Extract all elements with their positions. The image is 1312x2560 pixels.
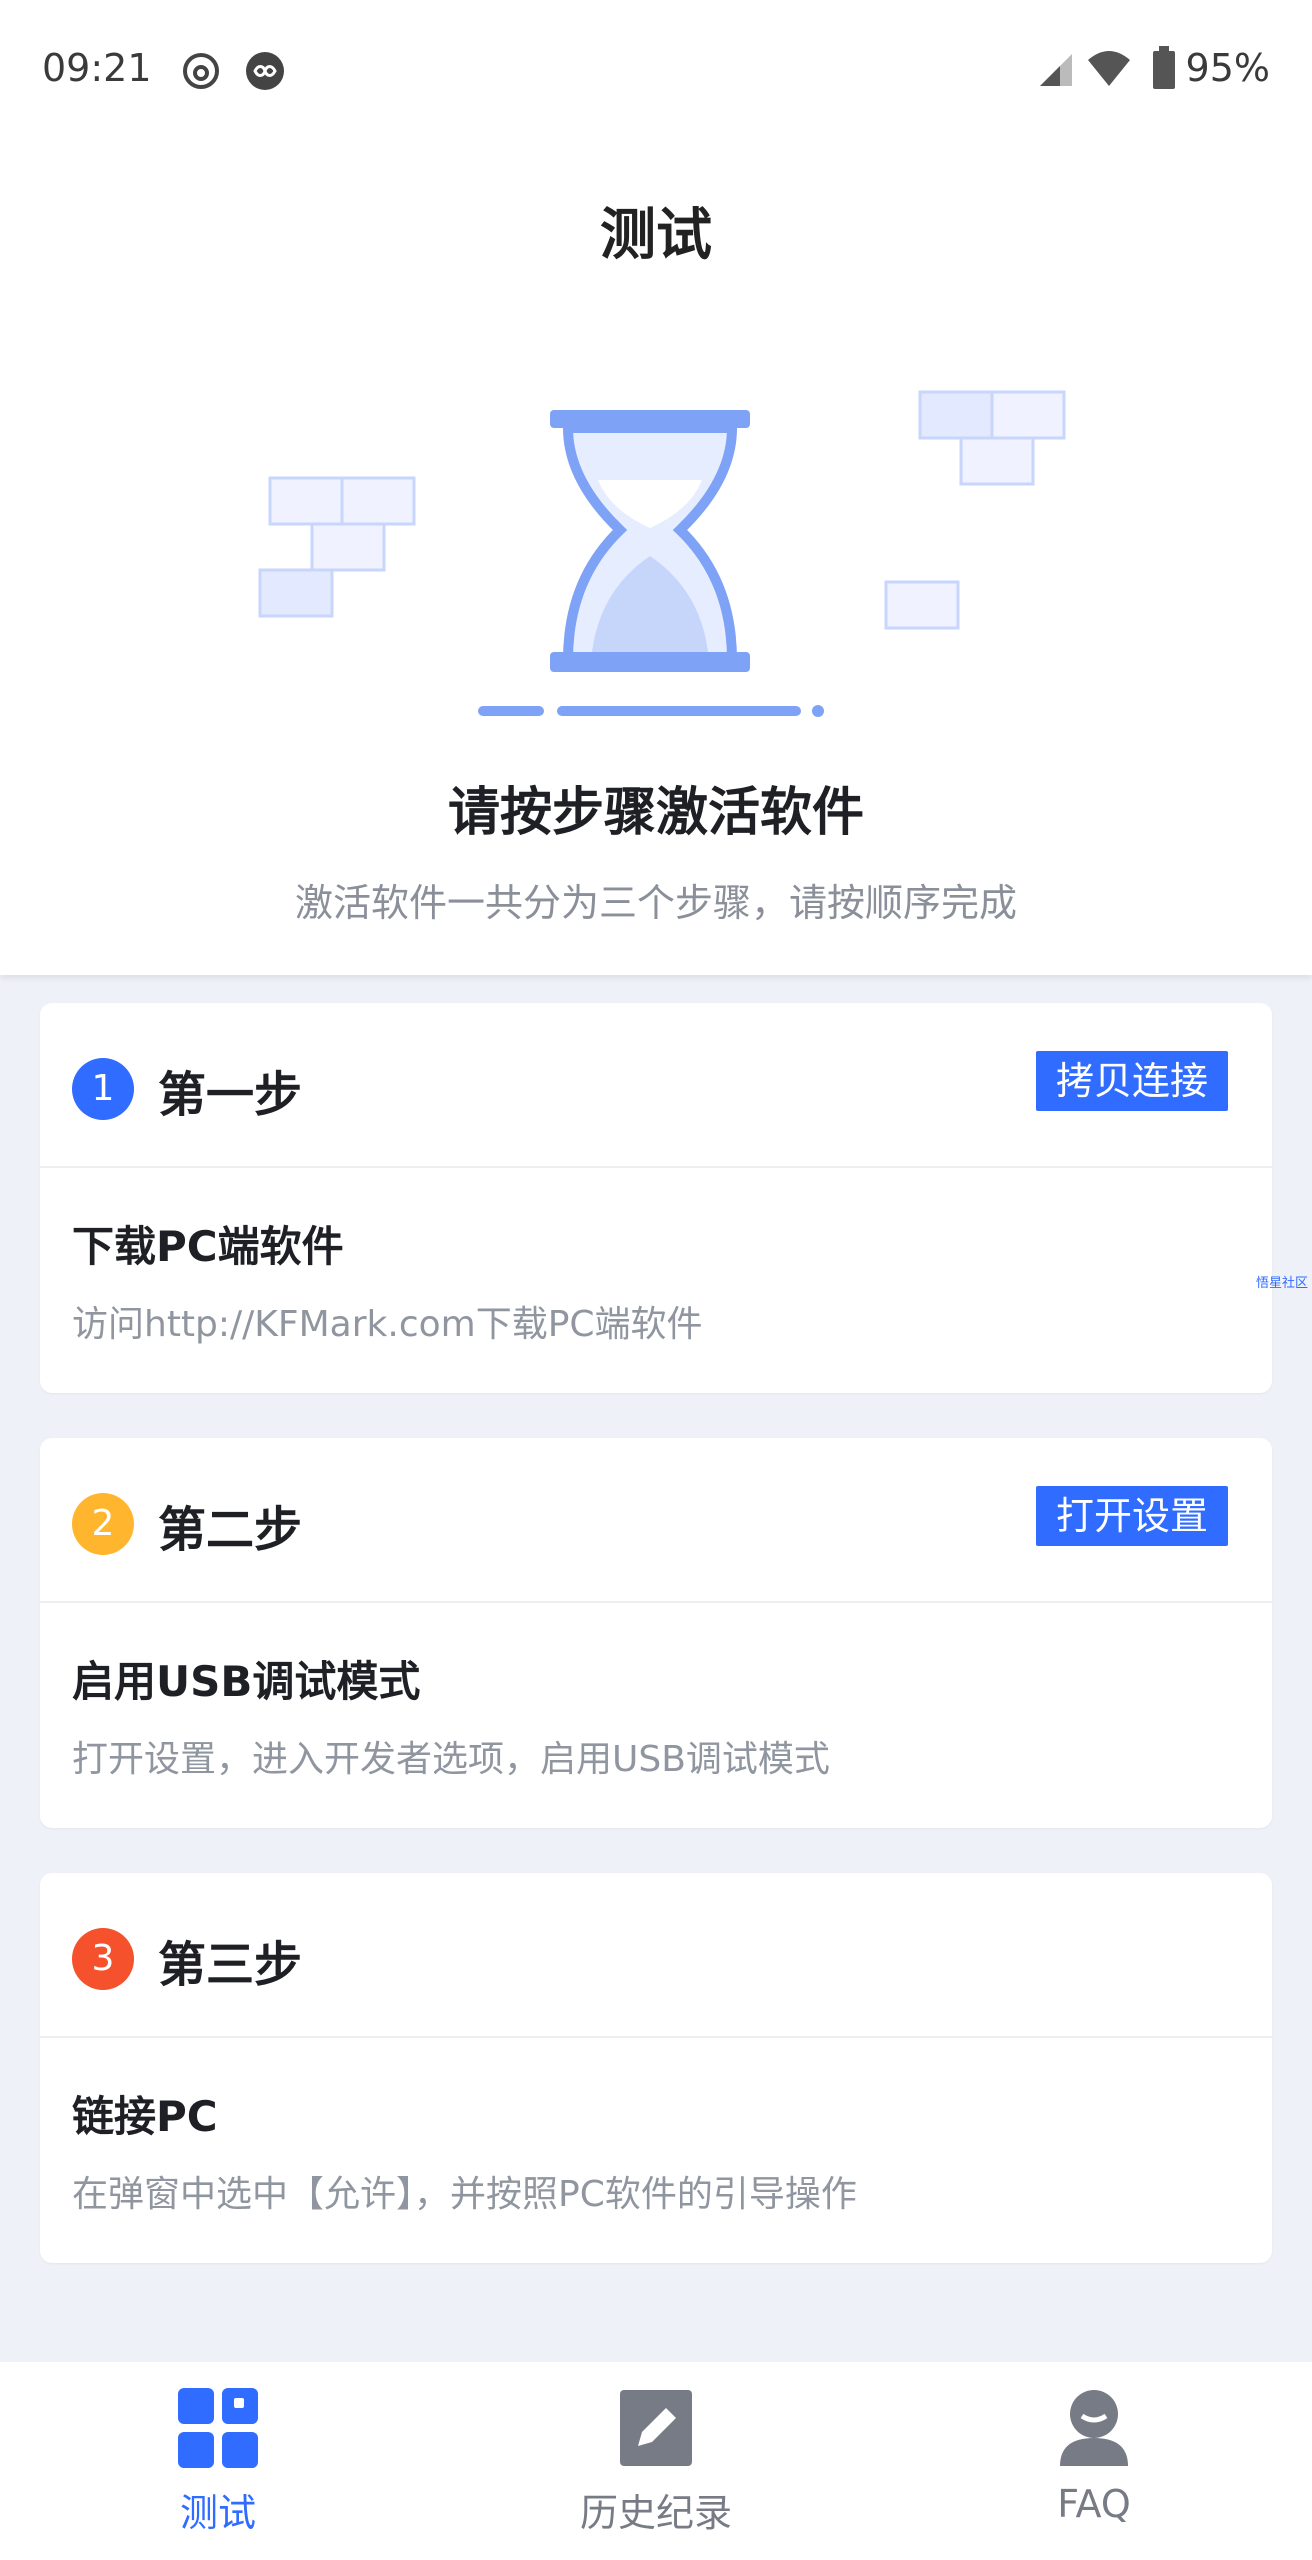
infinity-app-icon xyxy=(246,52,284,90)
battery-percent: 95% xyxy=(1185,46,1270,90)
cell-signal-icon xyxy=(1038,52,1074,92)
step-body-desc: 打开设置，进入开发者选项，启用USB调试模式 xyxy=(72,1739,830,1780)
wifi-icon xyxy=(1086,50,1132,92)
nav-label-history: 历史纪录 xyxy=(579,2491,732,2535)
step-header-1: 1 第一步 拷贝连接 xyxy=(40,1003,1272,1168)
watermark: 悟星社区 xyxy=(1255,1276,1308,1291)
copy-link-button[interactable]: 拷贝连接 xyxy=(1035,1051,1228,1111)
step-header-2: 2 第二步 打开设置 xyxy=(40,1438,1272,1603)
step-number-badge: 2 xyxy=(72,1493,134,1555)
nav-item-faq[interactable]: FAQ xyxy=(944,2362,1244,2560)
page-title: 测试 xyxy=(600,203,712,268)
nav-item-test[interactable]: 测试 xyxy=(68,2362,368,2560)
nav-item-history[interactable]: 历史纪录 xyxy=(506,2362,806,2560)
step-card-2: 2 第二步 打开设置 启用USB调试模式 打开设置，进入开发者选项，启用USB调… xyxy=(40,1438,1272,1828)
bottom-nav: 测试 历史纪录 FAQ xyxy=(0,2362,1312,2560)
user-support-icon xyxy=(1054,2388,1134,2468)
nav-label-faq: FAQ xyxy=(1057,2482,1131,2526)
header-area: 09:21 95% 测试 请按步骤激活软件 激活软件一共分为三个步骤，请按顺序完… xyxy=(0,0,1312,975)
step-number-badge: 3 xyxy=(72,1928,134,1990)
edit-icon xyxy=(616,2388,696,2468)
notification-swirl-icon xyxy=(182,52,220,90)
step-body-desc: 在弹窗中选中【允许】，并按照PC软件的引导操作 xyxy=(72,2174,857,2215)
step-title: 第二步 xyxy=(158,1502,303,1558)
step-card-3: 3 第三步 链接PC 在弹窗中选中【允许】，并按照PC软件的引导操作 xyxy=(40,1873,1272,2263)
open-settings-button[interactable]: 打开设置 xyxy=(1035,1486,1228,1546)
step-body-title: 下载PC端软件 xyxy=(72,1222,344,1271)
status-bar: 09:21 95% xyxy=(0,0,1312,145)
step-number-badge: 1 xyxy=(72,1058,134,1120)
hourglass-illustration-icon xyxy=(220,360,1100,740)
step-body-title: 启用USB调试模式 xyxy=(72,1657,421,1706)
step-title: 第一步 xyxy=(158,1067,303,1123)
nav-label-test: 测试 xyxy=(179,2491,256,2535)
step-header-3: 3 第三步 xyxy=(40,1873,1272,2038)
grid-icon xyxy=(178,2388,258,2468)
step-title: 第三步 xyxy=(158,1937,303,1993)
intro-subline: 激活软件一共分为三个步骤，请按顺序完成 xyxy=(294,881,1017,925)
battery-icon xyxy=(1152,46,1176,94)
intro-headline: 请按步骤激活软件 xyxy=(447,783,864,843)
step-body-title: 链接PC xyxy=(72,2092,218,2141)
step-card-1: 1 第一步 拷贝连接 下载PC端软件 访问http://KFMark.com下载… xyxy=(40,1003,1272,1393)
step-body-desc: 访问http://KFMark.com下载PC端软件 xyxy=(72,1304,703,1345)
status-time: 09:21 xyxy=(42,46,152,90)
